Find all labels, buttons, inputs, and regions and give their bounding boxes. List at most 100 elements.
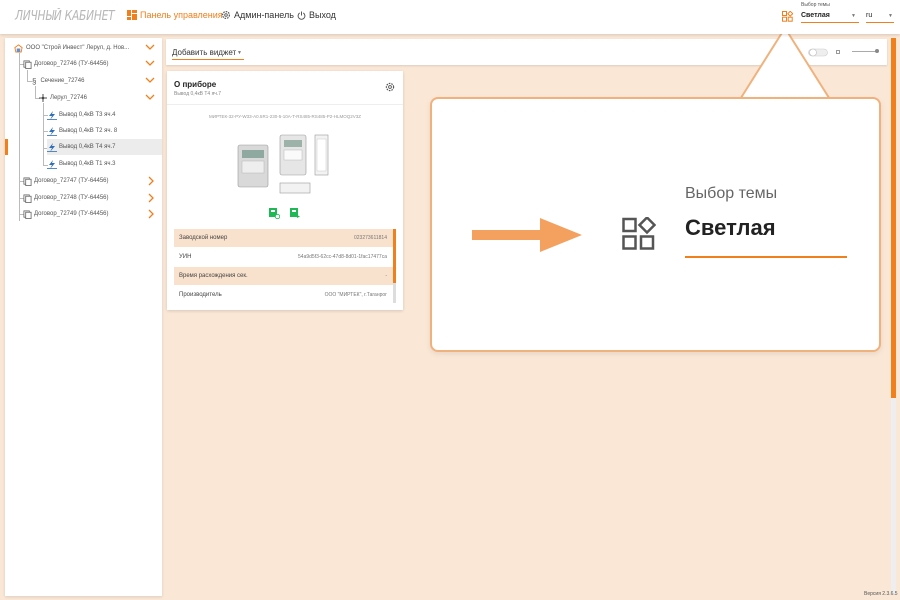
property-row-serial: Заводской номер 023273611814 <box>174 229 393 247</box>
connection-status-icon <box>269 208 280 219</box>
nav-logout-label: Выход <box>309 10 336 20</box>
tree-item-label: Вывод 0,4кВ Т4 яч.7 <box>59 144 116 150</box>
gear-icon <box>221 10 231 20</box>
contract-icon <box>23 176 32 186</box>
add-widget-underline <box>172 59 244 60</box>
language-select[interactable]: ru <box>866 12 872 19</box>
contract-icon <box>23 209 32 219</box>
chevron-down-icon[interactable] <box>145 76 155 84</box>
card-title: О приборе <box>174 80 217 89</box>
arrow-right-icon <box>472 218 582 252</box>
property-row-time-drift: Время расхождения сек. - <box>174 267 393 285</box>
tree-item-label: ООО "Строй Инвест" Лерул, д. Нов... <box>26 45 130 51</box>
language-underline <box>866 22 894 23</box>
card-subtitle: Вывод 0,4кВ Т4 яч.7 <box>174 91 222 97</box>
app-logo: ЛИЧНЫЙ КАБИНЕТ <box>15 9 115 24</box>
property-value: ООО "МИРТЕК", г.Таганрог <box>324 292 387 298</box>
tree-item-label: Вывод 0,4кВ Т2 яч. 8 <box>59 128 118 134</box>
property-row-manufacturer: Производитель ООО "МИРТЕК", г.Таганрог <box>174 286 393 304</box>
card-scrollbar[interactable] <box>393 229 396 303</box>
device-card: О приборе Вывод 0,4кВ Т4 яч.7 МИРТЕК-32-… <box>167 71 403 310</box>
tree-item-label: Вывод 0,4кВ Т1 яч.3 <box>59 161 116 167</box>
node-icon <box>39 94 47 102</box>
nav-logout[interactable]: Выход <box>297 10 336 20</box>
tree-item-label: Лерул_72746 <box>50 95 87 101</box>
property-value: 54a9d5f3-62cc-47d8-8d01-1fac17477ca <box>298 254 387 260</box>
page-scrollbar-thumb[interactable] <box>891 38 896 398</box>
data-status-icon <box>290 208 300 218</box>
language-chevron-down-icon[interactable]: ▼ <box>888 13 893 19</box>
property-key: Заводской номер <box>179 235 228 241</box>
tree-line <box>19 53 20 221</box>
tree-item-node[interactable]: Лерул_72746 <box>39 90 162 106</box>
theme-chevron-down-icon[interactable]: ▼ <box>851 13 856 19</box>
chevron-down-icon[interactable] <box>145 59 155 67</box>
tree-item-meter-selected[interactable]: Вывод 0,4кВ Т4 яч.7 <box>47 139 162 155</box>
chevron-down-icon[interactable] <box>145 43 155 51</box>
tree-item-contract[interactable]: Договор_72746 (ТУ-64456) <box>23 56 162 72</box>
chevron-down-icon[interactable]: ▼ <box>237 50 242 56</box>
chevron-right-icon[interactable] <box>147 193 155 203</box>
contract-icon <box>23 193 32 203</box>
device-image <box>237 134 329 194</box>
property-value: 023273611814 <box>354 235 387 241</box>
callout-theme-underline <box>685 256 847 258</box>
tree-item-label: Договор_72749 (ТУ-64456) <box>34 211 109 217</box>
card-divider <box>167 104 403 105</box>
selection-indicator <box>5 139 8 155</box>
property-value: - <box>385 273 387 279</box>
theme-select-label: Выбор темы <box>801 2 830 8</box>
tree-item-organization[interactable]: ООО "Строй Инвест" Лерул, д. Нов... <box>14 40 162 56</box>
nav-dashboard[interactable]: Панель управления <box>127 10 223 20</box>
card-scrollbar-thumb[interactable] <box>393 229 396 283</box>
app-version: Версия 2.3.6.5 <box>864 591 898 597</box>
section-icon: § <box>32 76 37 86</box>
dashboard-icon <box>127 10 137 20</box>
property-key: УИН <box>179 254 192 260</box>
callout-theme-value: Светлая <box>685 215 776 240</box>
organization-icon <box>14 43 23 53</box>
meter-icon <box>47 126 57 136</box>
property-key: Время расхождения сек. <box>179 273 248 279</box>
page-scrollbar[interactable] <box>891 38 896 594</box>
zoom-small-icon <box>836 50 840 54</box>
meter-icon <box>47 142 57 152</box>
tree-item-contract[interactable]: Договор_72748 (ТУ-64456) <box>23 190 162 206</box>
power-icon <box>297 10 306 20</box>
tree-line <box>43 103 44 165</box>
chevron-right-icon[interactable] <box>147 176 155 186</box>
tree-item-contract[interactable]: Договор_72747 (ТУ-64456) <box>23 173 162 189</box>
meter-icon <box>47 110 57 120</box>
tree-item-meter[interactable]: Вывод 0,4кВ Т1 яч.3 <box>47 156 162 172</box>
theme-select-underline <box>801 22 859 23</box>
tree-item-section[interactable]: § Сечение_72746 <box>32 73 162 89</box>
device-model: МИРТЕК-32-РУ-W33-A0.5R1-230-5-10А-T-RS48… <box>209 114 361 119</box>
tree-item-label: Сечение_72746 <box>40 78 85 84</box>
tree-item-label: Договор_72746 (ТУ-64456) <box>34 61 109 67</box>
tree-item-label: Вывод 0,4кВ Т3 яч.4 <box>59 112 116 118</box>
theme-icon <box>622 217 656 250</box>
zoom-slider-thumb[interactable] <box>875 49 879 53</box>
tree-item-label: Договор_72747 (ТУ-64456) <box>34 178 109 184</box>
chevron-right-icon[interactable] <box>147 209 155 219</box>
nav-admin-label: Админ-панель <box>234 10 294 20</box>
nav-dashboard-label: Панель управления <box>140 10 223 20</box>
theme-callout: Выбор темы Светлая <box>430 97 881 352</box>
meter-icon <box>47 159 57 169</box>
add-widget-select[interactable]: Добавить виджет <box>172 48 236 57</box>
tree-item-meter[interactable]: Вывод 0,4кВ Т3 яч.4 <box>47 107 162 123</box>
property-row-uin: УИН 54a9d5f3-62cc-47d8-8d01-1fac17477ca <box>174 248 393 266</box>
chevron-down-icon[interactable] <box>145 93 155 101</box>
theme-icon[interactable] <box>782 11 793 22</box>
tree-item-contract[interactable]: Договор_72749 (ТУ-64456) <box>23 206 162 222</box>
nav-admin[interactable]: Админ-панель <box>221 10 294 20</box>
tree-item-meter[interactable]: Вывод 0,4кВ Т2 яч. 8 <box>47 123 162 139</box>
callout-pointer <box>735 26 835 102</box>
settings-gear-icon[interactable] <box>385 82 395 92</box>
top-header: ЛИЧНЫЙ КАБИНЕТ Панель управления Админ-п… <box>0 0 900 34</box>
property-key: Производитель <box>179 292 222 298</box>
tree-item-label: Договор_72748 (ТУ-64456) <box>34 195 109 201</box>
contract-icon <box>23 59 32 69</box>
sidebar-tree: ООО "Строй Инвест" Лерул, д. Нов... Дого… <box>5 38 162 596</box>
callout-theme-label: Выбор темы <box>685 185 778 202</box>
